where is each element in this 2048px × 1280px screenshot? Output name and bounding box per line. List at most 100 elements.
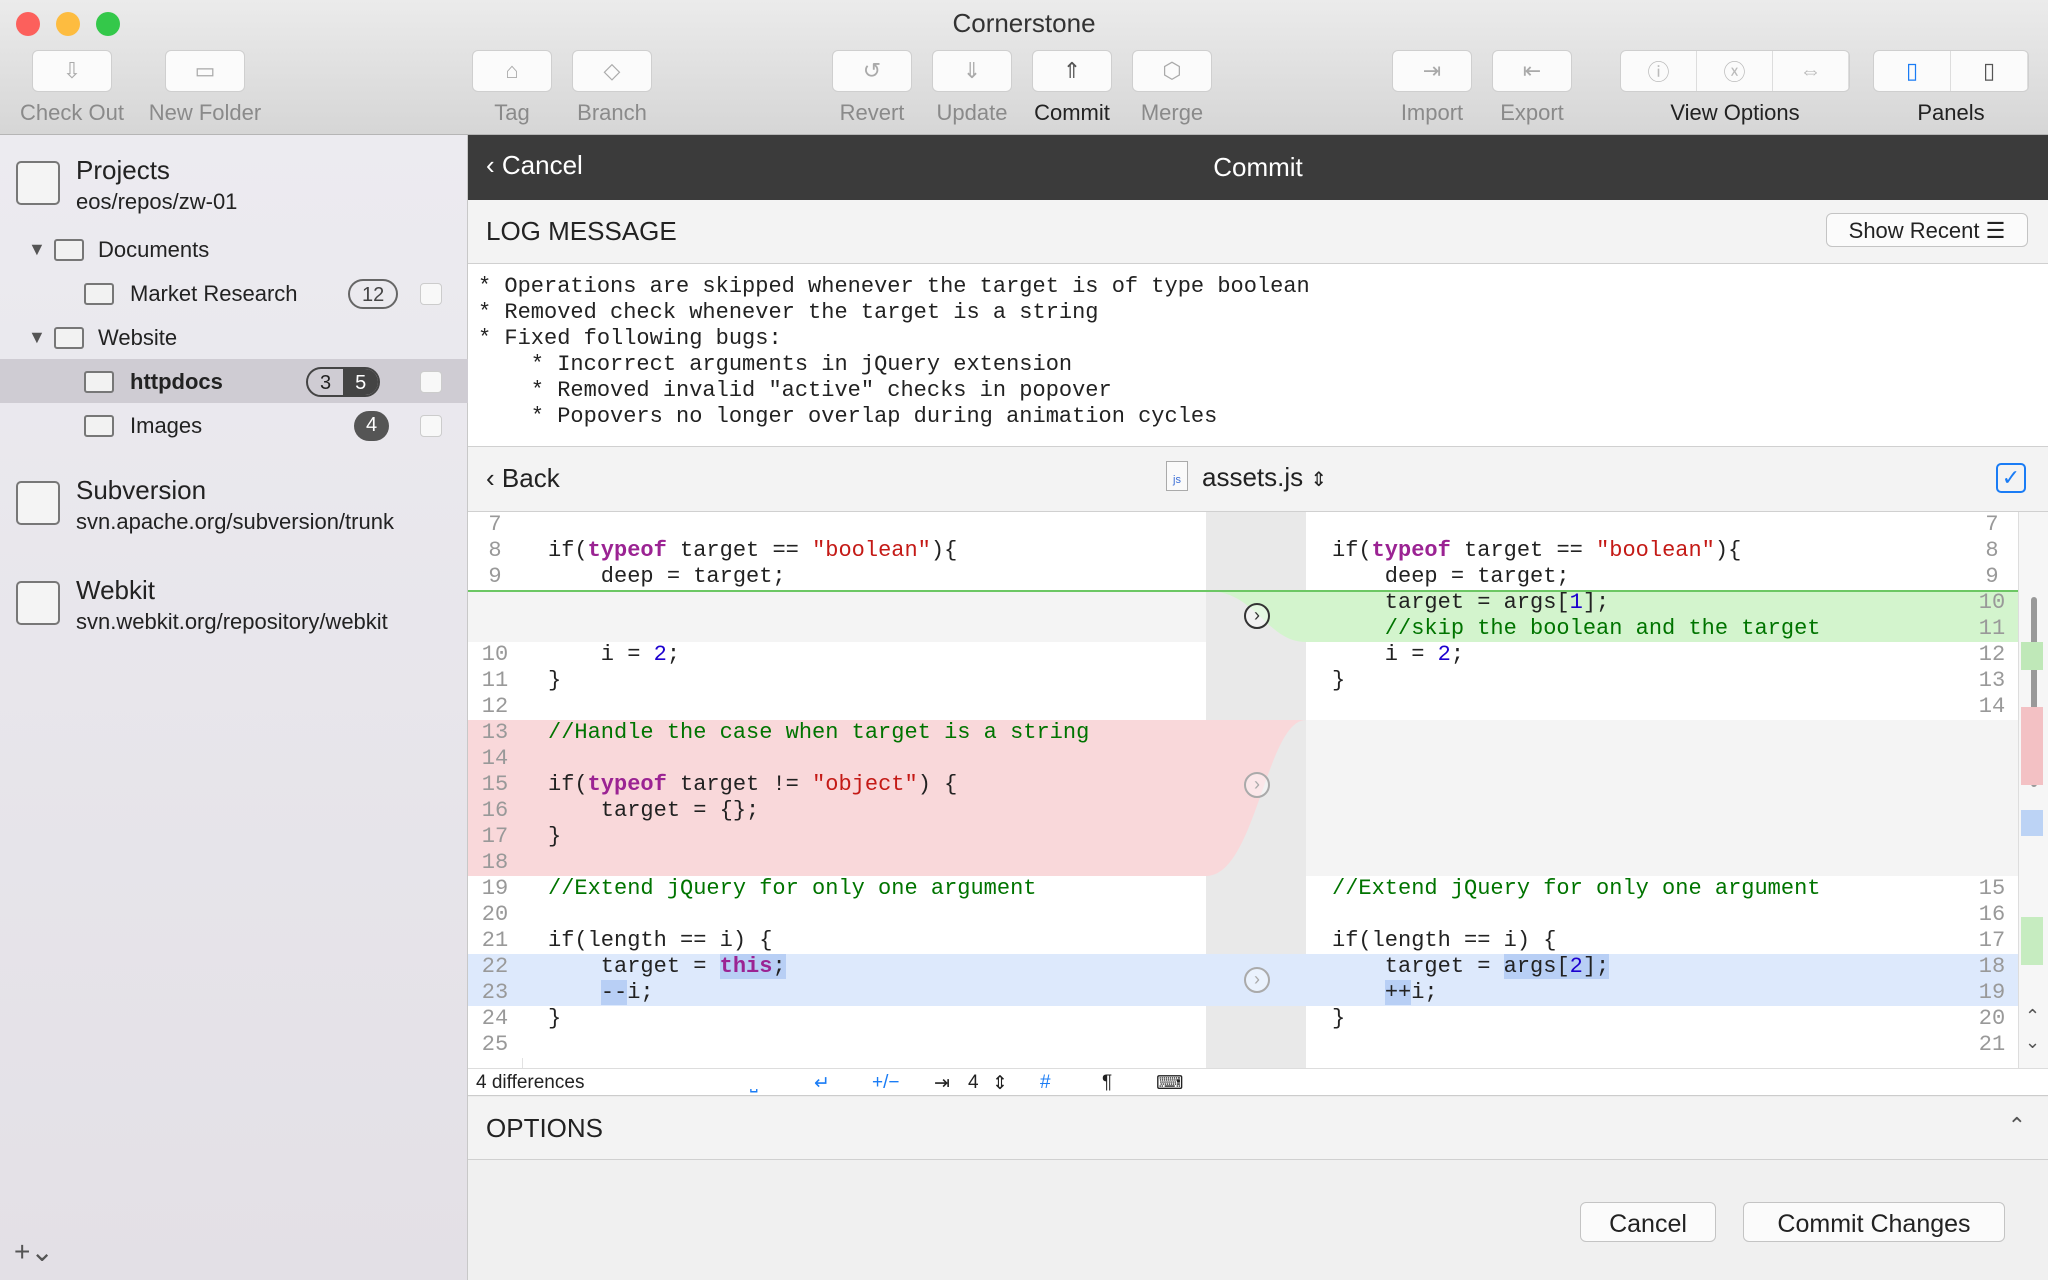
apply-change-arrow-icon[interactable]: › (1244, 603, 1270, 629)
code-token: ) { (917, 772, 958, 797)
code-token: ++ (1384, 980, 1412, 1005)
code-token: -- (600, 980, 628, 1005)
chevron-up-icon[interactable]: ⌃ (2008, 1113, 2026, 1139)
update-button[interactable]: ⇓ Update (930, 50, 1014, 126)
check-out-label: Check Out (20, 100, 124, 125)
code-token: //Extend jQuery for only one argument (548, 876, 1037, 901)
line-number (1966, 824, 2018, 850)
sidebar-item-images[interactable]: Images 4 (0, 403, 468, 447)
checkbox[interactable] (420, 283, 442, 305)
line-number: 15 (1966, 876, 2018, 902)
line-number: 16 (468, 798, 522, 824)
sidebar: Projects eos/repos/zw-01 ▼ Documents Marke… (0, 135, 468, 1280)
line-number: 9 (468, 564, 522, 590)
menu-icon: ☰ (1985, 218, 2006, 243)
code-token: 2 (1437, 642, 1451, 667)
diff-line-right (1306, 746, 1966, 772)
code-token: ){ (930, 538, 958, 563)
keyboard-icon[interactable]: ⌨ (1156, 1072, 1183, 1095)
export-icon: ⇤ (1492, 50, 1572, 92)
file-bar: ‹ Back js assets.js ⇕ ✓ (468, 447, 2048, 512)
sidebar-item-documents[interactable]: ▼ Documents (0, 227, 468, 271)
show-recent-button[interactable]: Show Recent ☰ (1826, 213, 2028, 247)
code-token: typeof (587, 772, 667, 797)
revert-button[interactable]: ↺ Revert (830, 50, 914, 126)
diff-line-right (1306, 512, 1966, 538)
export-button[interactable]: ⇤ Export (1490, 50, 1574, 126)
stepper-icon[interactable]: ⇕ (992, 1072, 1008, 1095)
diff-line-right: } (1306, 1006, 1966, 1032)
commit-button[interactable]: ⇑ Commit (1030, 50, 1114, 126)
count-badge: 4 (354, 411, 390, 441)
disclosure-triangle-icon[interactable]: ▼ (28, 327, 46, 348)
diff-line-right (1306, 772, 1966, 798)
pilcrow-icon[interactable]: ¶ (1102, 1072, 1112, 1094)
count-badge: 12 (348, 279, 399, 309)
deleted-connector (1206, 720, 1306, 876)
info-icon[interactable]: ⓘ (1621, 51, 1697, 91)
disclosure-triangle-icon[interactable]: ▼ (28, 239, 46, 260)
checkbox[interactable] (420, 371, 442, 393)
sidebar-item-market-research[interactable]: Market Research 12 (0, 271, 468, 315)
cancel-button[interactable]: Cancel (1580, 1202, 1716, 1242)
revert-icon: ↺ (832, 50, 912, 92)
line-numbers-icon[interactable]: # (1040, 1072, 1051, 1094)
diff-toggle-icon[interactable]: +/− (872, 1072, 899, 1094)
line-number: 14 (468, 746, 522, 772)
line-ending-icon[interactable]: ↵ (814, 1072, 830, 1095)
line-number: 7 (468, 512, 522, 538)
line-number: 11 (1966, 616, 2018, 642)
diff-line-right (1306, 1032, 1966, 1058)
count-badge: 35 (306, 367, 381, 397)
import-button[interactable]: ⇥ Import (1390, 50, 1474, 126)
include-file-checkbox[interactable]: ✓ (1996, 463, 2026, 493)
diff-line-left: i = 2; (522, 642, 1206, 668)
whitespace-icon[interactable]: ⎵ (750, 1072, 758, 1094)
line-number (1966, 850, 2018, 876)
commit-changes-button[interactable]: Commit Changes (1743, 1202, 2005, 1242)
diff-line-left: } (522, 824, 1206, 850)
ignore-icon[interactable]: ⓧ (1697, 51, 1773, 91)
folder-icon (54, 239, 84, 261)
check-out-icon: ⇩ (32, 50, 112, 92)
apply-change-arrow-icon[interactable]: › (1244, 967, 1270, 993)
sidebar-item-httpdocs[interactable]: httpdocs 3 5 (0, 359, 468, 403)
checkbox[interactable] (420, 415, 442, 437)
repo-name: Webkit (76, 575, 155, 605)
tab-width[interactable]: 4 (968, 1072, 979, 1094)
right-panel-icon[interactable]: ▯ (1951, 51, 2028, 91)
import-label: Import (1400, 100, 1464, 125)
apply-change-arrow-icon[interactable]: › (1244, 772, 1270, 798)
merge-button[interactable]: ⬡ Merge (1130, 50, 1214, 126)
code-token: ]; (1582, 590, 1610, 615)
tag-button[interactable]: ⌂ Tag (470, 50, 554, 126)
code-token: ){ (1714, 538, 1742, 563)
diff-line-right: i = 2; (1306, 642, 1966, 668)
line-number: 18 (1966, 954, 2018, 980)
merge-icon: ⬡ (1132, 50, 1212, 92)
back-button[interactable]: ‹ Back (486, 463, 560, 494)
compare-icon[interactable]: ⇔ (1773, 51, 1849, 91)
sidebar-item-website[interactable]: ▼ Website (0, 315, 468, 359)
diff-line-right (1306, 694, 1966, 720)
briefcase-icon (84, 283, 114, 305)
left-panel-icon[interactable]: ▯ (1874, 51, 1951, 91)
diff-line-left (522, 590, 1206, 616)
check-out-button[interactable]: ⇩ Check Out (14, 50, 130, 126)
code-token: i; (627, 980, 654, 1005)
revert-label: Revert (839, 100, 905, 125)
repository-icon (16, 481, 60, 525)
file-selector[interactable]: assets.js ⇕ (1202, 462, 1327, 493)
sidebar-item-label: httpdocs (130, 369, 223, 394)
log-message-input[interactable]: * Operations are skipped whenever the ta… (468, 264, 2048, 447)
new-folder-button[interactable]: ▭ New Folder (140, 50, 270, 126)
add-repository-button[interactable]: +⌄ (14, 1235, 54, 1268)
scroll-down-icon[interactable]: ⌄ (2025, 1032, 2040, 1053)
code-token: "object" (812, 772, 918, 797)
code-token: 1 (1569, 590, 1583, 615)
scroll-up-icon[interactable]: ⌃ (2025, 1006, 2040, 1027)
diff-line-left: } (522, 668, 1206, 694)
options-section[interactable]: OPTIONS ⌃ (468, 1097, 2048, 1160)
diff-overview-scrollbar[interactable]: ⌃ ⌄ (2018, 512, 2048, 1068)
branch-button[interactable]: ◇ Branch (570, 50, 654, 126)
